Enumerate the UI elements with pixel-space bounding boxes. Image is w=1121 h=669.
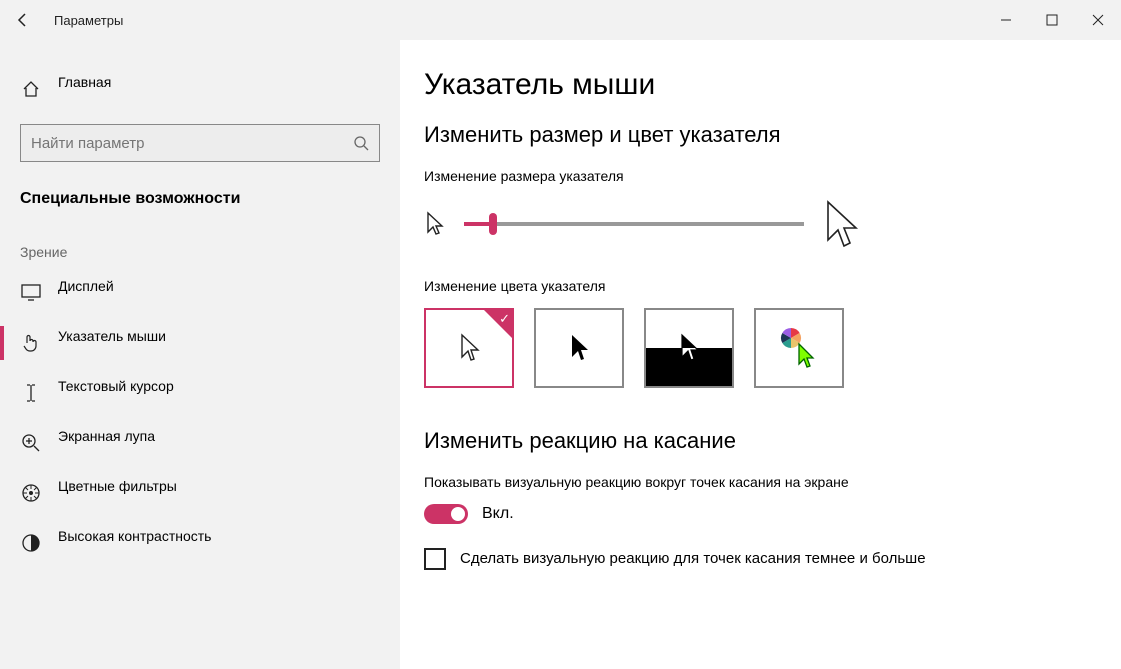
darker-feedback-label: Сделать визуальную реакцию для точек кас… <box>460 548 926 569</box>
inverted-cursor-icon <box>677 332 701 364</box>
sidebar-item-label: Дисплей <box>58 278 380 294</box>
sidebar-item-display[interactable]: Дисплей <box>0 268 400 318</box>
home-icon <box>20 78 42 100</box>
sidebar: Главная Специальные возможности Зрение Д… <box>0 40 400 669</box>
maximize-icon <box>1046 14 1058 26</box>
search-input-box[interactable] <box>20 124 380 162</box>
sidebar-item-label: Экранная лупа <box>58 428 380 444</box>
toggle-state-label: Вкл. <box>482 505 514 523</box>
pointer-size-slider[interactable] <box>464 222 804 226</box>
black-cursor-icon <box>567 332 591 364</box>
minimize-button[interactable] <box>983 0 1029 40</box>
color-wheel-cursor-icon <box>777 326 821 370</box>
pointer-color-label: Изменение цвета указателя <box>424 278 1097 294</box>
color-option-inverted[interactable] <box>644 308 734 388</box>
pointer-size-label: Изменение размера указателя <box>424 168 1097 184</box>
check-icon: ✓ <box>499 311 510 327</box>
sidebar-home[interactable]: Главная <box>0 64 400 114</box>
color-wheel-icon <box>20 482 42 504</box>
sidebar-item-mouse-pointer[interactable]: Указатель мыши <box>0 318 400 368</box>
section-heading-touch: Изменить реакцию на касание <box>424 428 1097 454</box>
sidebar-item-label: Текстовый курсор <box>58 378 380 394</box>
back-button[interactable] <box>0 0 46 40</box>
sidebar-item-text-cursor[interactable]: Текстовый курсор <box>0 368 400 418</box>
close-button[interactable] <box>1075 0 1121 40</box>
close-icon <box>1092 14 1104 26</box>
sidebar-category: Специальные возможности <box>0 182 400 236</box>
main-content: Указатель мыши Изменить размер и цвет ук… <box>400 40 1121 669</box>
sidebar-item-label: Цветные фильтры <box>58 478 380 494</box>
maximize-button[interactable] <box>1029 0 1075 40</box>
touch-feedback-toggle[interactable] <box>424 504 468 524</box>
darker-feedback-checkbox[interactable] <box>424 548 446 570</box>
slider-thumb[interactable] <box>489 213 497 235</box>
pointer-large-icon <box>822 198 862 250</box>
window-title: Параметры <box>54 13 123 28</box>
touch-feedback-label: Показывать визуальную реакцию вокруг точ… <box>424 474 1097 490</box>
sidebar-group-label: Зрение <box>0 236 400 268</box>
minimize-icon <box>1000 14 1012 26</box>
sidebar-item-magnifier[interactable]: Экранная лупа <box>0 418 400 468</box>
color-option-custom[interactable] <box>754 308 844 388</box>
sidebar-home-label: Главная <box>58 74 111 90</box>
white-cursor-icon <box>457 332 481 364</box>
sidebar-item-label: Высокая контрастность <box>58 528 380 544</box>
monitor-icon <box>20 282 42 304</box>
titlebar: Параметры <box>0 0 1121 40</box>
page-title: Указатель мыши <box>424 68 1097 102</box>
color-option-black[interactable] <box>534 308 624 388</box>
color-option-white[interactable]: ✓ <box>424 308 514 388</box>
pointer-color-options: ✓ <box>424 308 1097 388</box>
section-heading-size-color: Изменить размер и цвет указателя <box>424 122 1097 148</box>
sidebar-item-high-contrast[interactable]: Высокая контрастность <box>0 518 400 568</box>
pointer-hand-icon <box>20 332 42 354</box>
magnifier-plus-icon <box>20 432 42 454</box>
arrow-left-icon <box>15 12 31 28</box>
text-cursor-icon <box>20 382 42 404</box>
search-icon <box>353 135 369 151</box>
sidebar-item-label: Указатель мыши <box>58 328 380 344</box>
search-input[interactable] <box>31 135 353 152</box>
contrast-icon <box>20 532 42 554</box>
pointer-small-icon <box>424 210 446 238</box>
sidebar-item-color-filters[interactable]: Цветные фильтры <box>0 468 400 518</box>
